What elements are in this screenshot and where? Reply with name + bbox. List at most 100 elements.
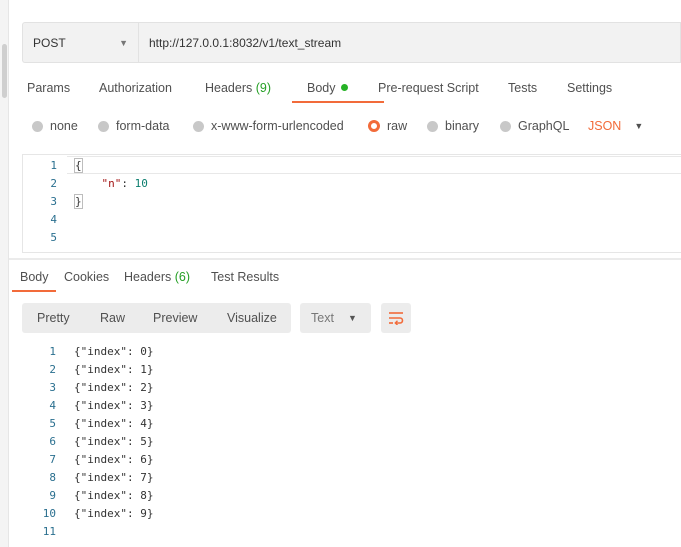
line-number: 6 — [49, 435, 56, 448]
resp-tab-body-label: Body — [20, 270, 49, 284]
response-line-text: {"index": 6} — [74, 453, 154, 466]
json-value: 10 — [134, 177, 148, 190]
wrap-lines-button[interactable] — [381, 303, 411, 333]
tab-tests[interactable]: Tests — [508, 74, 537, 102]
response-line-text: {"index": 3} — [74, 399, 154, 412]
left-scrollbar[interactable] — [0, 0, 9, 547]
code-text: "n": 10 — [75, 175, 148, 193]
response-format-label: Text — [311, 311, 334, 325]
radio-circle-icon — [500, 120, 511, 132]
tab-authorization[interactable]: Authorization — [99, 74, 172, 102]
line-number: 1 — [49, 345, 56, 358]
open-brace: { — [74, 158, 83, 173]
code-line: 2 "n": 10 — [23, 175, 148, 193]
radio-x-www-form-urlencoded[interactable]: x-www-form-urlencoded — [193, 116, 344, 136]
code-line: 5 — [23, 229, 57, 247]
response-line: 2 {"index": 1} — [22, 361, 153, 379]
response-line-text: {"index": 4} — [74, 417, 154, 430]
active-response-tab-indicator — [12, 290, 56, 292]
response-line: 1 {"index": 0} — [22, 343, 153, 361]
radio-raw-label: raw — [387, 119, 408, 133]
resp-tab-body[interactable]: Body — [20, 266, 49, 288]
resp-tab-cookies-label: Cookies — [64, 270, 110, 284]
radio-graphql[interactable]: GraphQL — [500, 116, 569, 136]
chevron-down-icon: ▼ — [119, 37, 128, 48]
chevron-down-icon: ▼ — [634, 121, 644, 131]
response-line-text: {"index": 7} — [74, 471, 154, 484]
tab-headers[interactable]: Headers (9) — [205, 74, 271, 102]
resp-headers-count-badge: (6) — [174, 270, 191, 284]
response-line-text: {"index": 8} — [74, 489, 154, 502]
line-number: 3 — [49, 381, 56, 394]
line-number: 9 — [49, 489, 56, 502]
response-line: 8 {"index": 7} — [22, 469, 153, 487]
response-line: 6 {"index": 5} — [22, 433, 153, 451]
response-line-text: {"index": 2} — [74, 381, 154, 394]
resp-tab-test-results[interactable]: Test Results — [211, 266, 279, 288]
tab-body[interactable]: Body — [307, 74, 348, 102]
language-label: JSON — [588, 119, 622, 133]
url-text: http://127.0.0.1:8032/v1/text_stream — [149, 35, 342, 50]
tab-body-label: Body — [307, 81, 336, 95]
response-line-text: {"index": 5} — [74, 435, 154, 448]
tab-pre-request-script[interactable]: Pre-request Script — [378, 74, 479, 102]
line-number: 4 — [50, 213, 57, 226]
line-number: 11 — [42, 525, 56, 538]
preview-label: Preview — [153, 311, 198, 325]
line-number: 2 — [50, 177, 57, 190]
response-body-viewer[interactable]: 1 {"index": 0} 2 {"index": 1} 3 {"index": 2… — [22, 343, 681, 547]
radio-form-data[interactable]: form-data — [98, 116, 170, 136]
response-line-text: {"index": 1} — [74, 363, 154, 376]
pretty-button[interactable]: Pretty — [37, 303, 70, 333]
radio-graphql-label: GraphQL — [518, 119, 570, 133]
url-input[interactable]: http://127.0.0.1:8032/v1/text_stream — [138, 22, 681, 63]
line-number: 2 — [49, 363, 56, 376]
tab-tests-label: Tests — [508, 81, 538, 95]
line-number: 1 — [50, 159, 57, 172]
method-select[interactable]: POST ▼ — [22, 22, 138, 63]
line-number: 7 — [49, 453, 56, 466]
visualize-button[interactable]: Visualize — [227, 303, 277, 333]
language-select[interactable]: JSON ▼ — [588, 116, 643, 136]
method-label: POST — [33, 35, 66, 50]
code-line: 1{ — [23, 157, 83, 175]
section-divider[interactable] — [9, 258, 681, 260]
resp-tab-cookies[interactable]: Cookies — [64, 266, 109, 288]
response-line-text: {"index": 9} — [74, 507, 154, 520]
tab-params[interactable]: Params — [27, 74, 70, 102]
line-number: 5 — [50, 231, 57, 244]
response-line: 10 {"index": 9} — [22, 505, 154, 523]
resp-tab-headers[interactable]: Headers (6) — [124, 266, 190, 288]
resp-tab-test-results-label: Test Results — [211, 270, 280, 284]
scrollbar-thumb[interactable] — [2, 44, 7, 98]
wrap-lines-icon — [389, 312, 404, 325]
request-bar: POST ▼ http://127.0.0.1:8032/v1/text_str… — [22, 22, 681, 63]
view-mode-group: Pretty Raw Preview Visualize — [22, 303, 291, 333]
tab-params-label: Params — [27, 81, 71, 95]
radio-binary[interactable]: binary — [427, 116, 479, 136]
response-line: 3 {"index": 2} — [22, 379, 153, 397]
chevron-down-icon: ▼ — [347, 313, 357, 323]
response-line-text: {"index": 0} — [74, 345, 154, 358]
tab-settings[interactable]: Settings — [567, 74, 612, 102]
response-line: 5 {"index": 4} — [22, 415, 153, 433]
pretty-label: Pretty — [37, 311, 70, 325]
radio-none[interactable]: none — [32, 116, 78, 136]
visualize-label: Visualize — [227, 311, 277, 325]
close-brace: } — [74, 194, 83, 209]
tab-settings-label: Settings — [567, 81, 613, 95]
code-text: { — [74, 157, 83, 175]
code-text: } — [74, 193, 83, 211]
raw-button[interactable]: Raw — [100, 303, 125, 333]
json-colon: : — [121, 177, 135, 190]
radio-circle-icon — [32, 120, 43, 132]
modified-dot-icon — [340, 84, 348, 91]
tab-pre-request-label: Pre-request Script — [378, 81, 479, 95]
request-body-editor[interactable]: 1{ 2 "n": 10 3} 4 5 — [22, 154, 681, 253]
response-format-select[interactable]: Text ▼ — [300, 303, 371, 333]
raw-label: Raw — [100, 311, 126, 325]
preview-button[interactable]: Preview — [153, 303, 197, 333]
code-line: 4 — [23, 211, 57, 229]
line-number: 3 — [50, 195, 57, 208]
radio-raw[interactable]: raw — [368, 116, 407, 136]
